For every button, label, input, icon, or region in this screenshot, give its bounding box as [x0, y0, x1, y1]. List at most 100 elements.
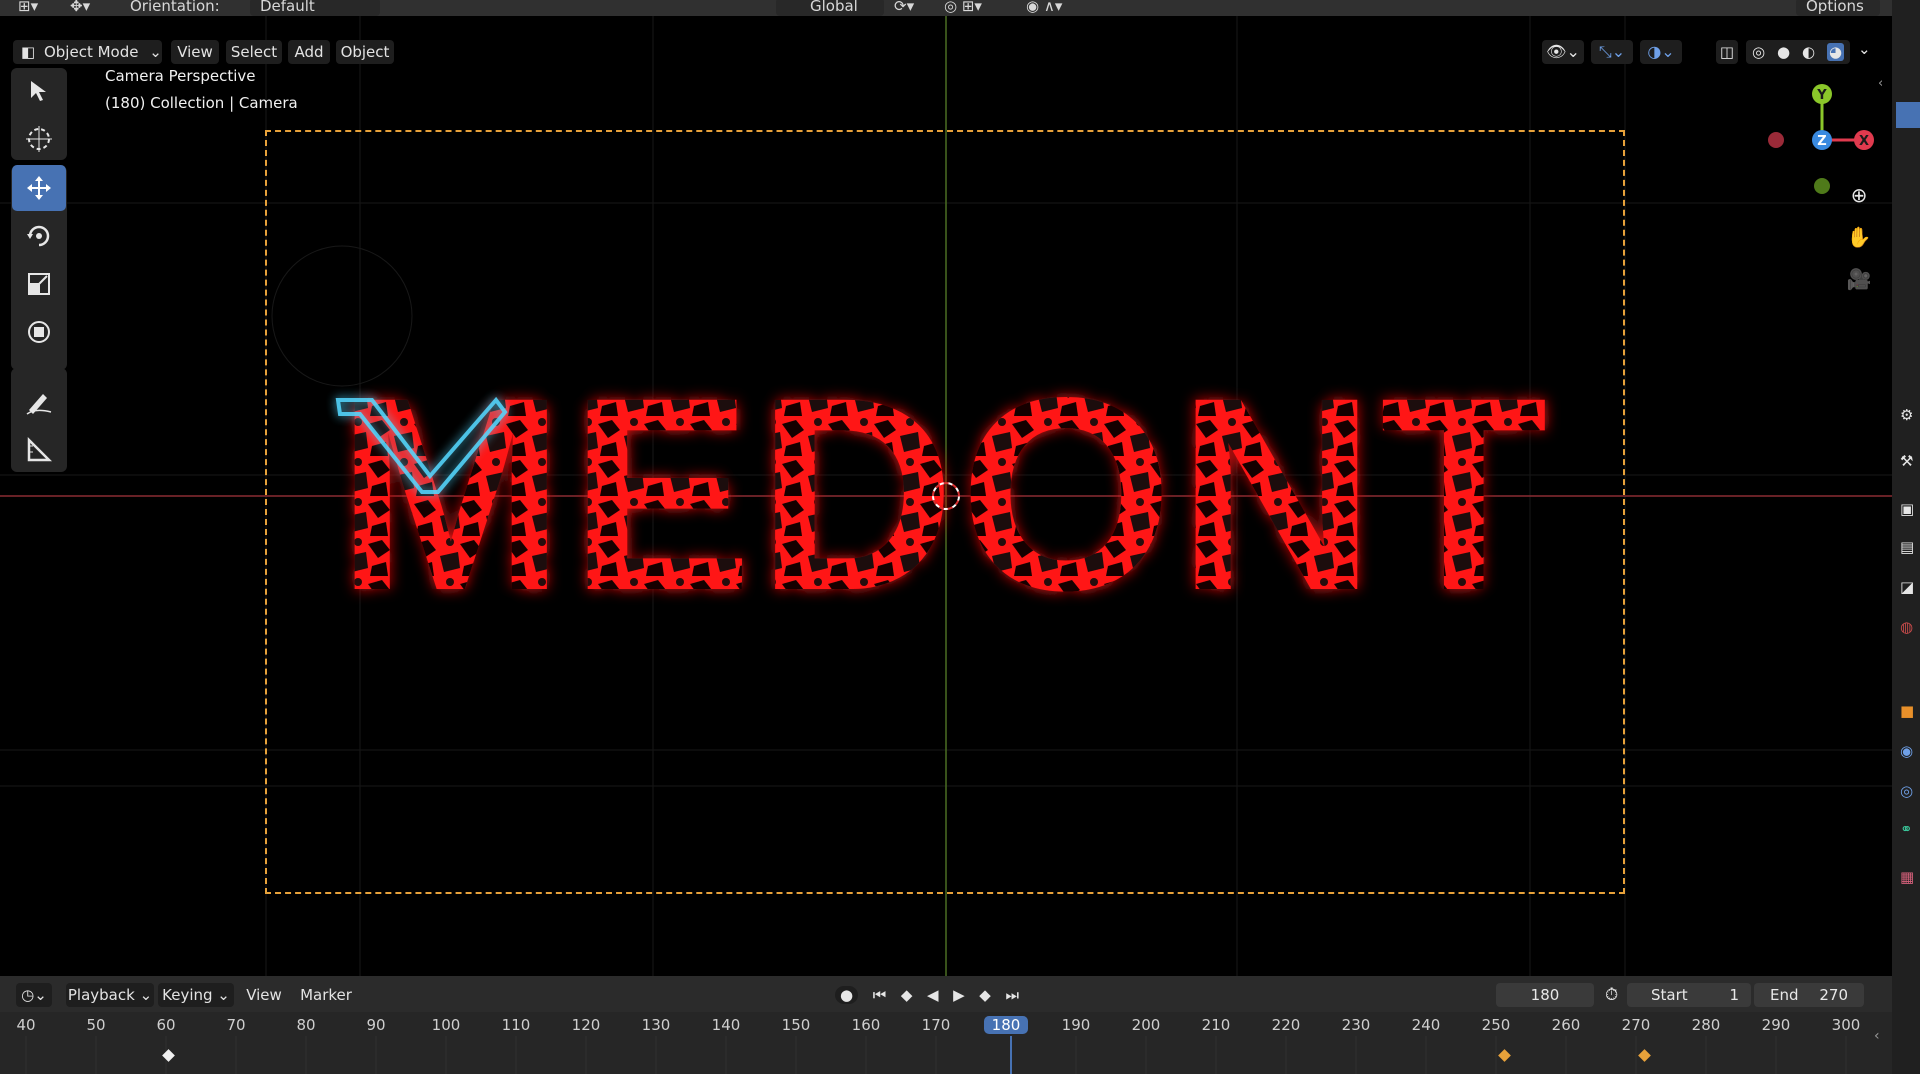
prev-keyframe-icon[interactable]: ◆	[901, 986, 913, 1004]
transform-pivot-icon[interactable]: ✥▾	[70, 0, 90, 15]
proportional-icon[interactable]: ◎ ⊞▾	[944, 0, 982, 15]
render-tab-icon[interactable]: ⚒	[1900, 452, 1913, 470]
menu-select[interactable]: Select	[226, 40, 282, 64]
physics-tab-icon[interactable]: ◎	[1900, 782, 1913, 800]
mode-dropdown[interactable]: ◧ Object Mode ⌄	[13, 40, 162, 64]
options-dropdown[interactable]: Options	[1796, 0, 1880, 16]
move-icon	[27, 176, 51, 200]
play-reverse-icon[interactable]: ◀	[927, 986, 939, 1004]
world-tab-icon[interactable]: ◍	[1900, 618, 1913, 636]
tool-tab-icon[interactable]: ⚙	[1900, 406, 1913, 424]
play-icon[interactable]: ▶	[953, 986, 965, 1004]
shading-options-chevron[interactable]: ⌄	[1858, 40, 1871, 58]
frame-tick-label: 160	[851, 1016, 881, 1034]
transform-space-dropdown[interactable]: Global	[776, 0, 884, 16]
frame-tick-label: 110	[501, 1016, 531, 1034]
modifier-tab-icon[interactable]: ◉	[1900, 742, 1913, 760]
frame-tick-label: 230	[1341, 1016, 1371, 1034]
menu-keying[interactable]: Keying ⌄	[158, 983, 234, 1007]
constraints-tab-icon[interactable]: ⚭	[1900, 820, 1913, 838]
menu-timeline-view[interactable]: View	[240, 983, 288, 1007]
timeline-sidebar-toggle[interactable]: ‹	[1874, 1028, 1880, 1044]
end-value: 270	[1819, 986, 1848, 1004]
view-layer-tab-icon[interactable]: ▤	[1900, 538, 1914, 556]
end-frame-field[interactable]: End 270	[1754, 983, 1864, 1007]
frame-tick-label: 130	[641, 1016, 671, 1034]
properties-tab-strip: ⚙ ⚒ ▣ ▤ ◪ ◍ ■ ◉ ◎ ⚭ ▦	[1892, 0, 1920, 1074]
3d-viewport[interactable]: MEDONT ◧ Object Mode ⌄ View Select Add O…	[0, 16, 1892, 976]
shading-buttons: ◎ ● ◐ ◕	[1746, 40, 1850, 64]
menu-add[interactable]: Add	[288, 40, 330, 64]
playback-label: Playback	[67, 986, 135, 1004]
gizmo-x-label: X	[1859, 134, 1869, 149]
frame-tick-label: 40	[16, 1016, 36, 1034]
rotate-icon	[27, 225, 50, 247]
scene-tab-icon[interactable]: ◪	[1900, 578, 1914, 596]
object-mode-icon: ◧	[21, 43, 36, 61]
gizmo-y-label: Y	[1816, 88, 1827, 103]
current-frame-field[interactable]: 180	[1496, 983, 1594, 1007]
menu-marker[interactable]: Marker	[294, 983, 358, 1007]
orientation-value: Default	[260, 0, 315, 15]
snap-icon[interactable]: ⟳▾	[894, 0, 914, 15]
menu-view[interactable]: View	[171, 40, 219, 64]
object-tab-icon[interactable]: ■	[1900, 702, 1914, 720]
navigation-gizmo[interactable]: Y X Z	[1760, 66, 1880, 196]
gizmo-neg-x[interactable]	[1768, 132, 1784, 148]
collection-info: (180) Collection | Camera	[105, 94, 298, 112]
frame-tick-label: 100	[431, 1016, 461, 1034]
tool-transform[interactable]	[12, 309, 66, 355]
record-icon[interactable]: ●	[835, 986, 859, 1004]
orientation-dropdown[interactable]: Default	[250, 0, 380, 16]
editor-type-dropdown[interactable]: ◷⌄	[16, 983, 52, 1007]
frame-tick-label: 180	[984, 1016, 1028, 1034]
stopwatch-icon[interactable]: ⏱	[1605, 983, 1618, 1007]
editor-header: ⊞▾ ✥▾ Orientation: Default Global ⟳▾ ◎ ⊞…	[0, 0, 1920, 16]
sidebar-toggle-icon[interactable]: ‹	[1878, 76, 1883, 91]
menu-object[interactable]: Object	[336, 40, 394, 64]
gizmo-icon: ⤡⌄	[1598, 42, 1626, 61]
jump-start-icon[interactable]: ⏮	[873, 986, 887, 1004]
zoom-icon[interactable]: ⊕	[1843, 179, 1875, 211]
measure-icon	[27, 436, 53, 462]
frame-tick-label: 240	[1411, 1016, 1441, 1034]
start-frame-field[interactable]: Start 1	[1627, 983, 1751, 1007]
camera-frame	[265, 130, 1625, 894]
tool-measure[interactable]	[12, 427, 66, 473]
tool-move[interactable]	[12, 165, 66, 211]
tool-scale[interactable]	[12, 261, 66, 307]
mode-label: Object Mode	[43, 43, 139, 61]
transform-icon	[28, 321, 50, 343]
tool-select[interactable]	[12, 68, 66, 114]
pan-hand-icon[interactable]: ✋	[1843, 221, 1875, 253]
frame-tick-label: 80	[296, 1016, 316, 1034]
frame-tick-label: 200	[1131, 1016, 1161, 1034]
frame-tick-label: 220	[1271, 1016, 1301, 1034]
gizmo-neg-y[interactable]	[1814, 178, 1830, 194]
tool-cursor[interactable]	[12, 116, 66, 162]
editor-type-icon[interactable]: ⊞▾	[18, 0, 38, 15]
solid-shading-icon[interactable]: ●	[1777, 43, 1790, 61]
xray-toggle[interactable]: ◫	[1716, 40, 1738, 64]
gizmo-dropdown[interactable]: ⤡⌄	[1591, 40, 1633, 64]
material-shading-icon[interactable]: ◐	[1802, 43, 1815, 61]
active-tab-indicator	[1896, 102, 1920, 128]
frame-tick-label: 90	[366, 1016, 386, 1034]
visibility-dropdown[interactable]: 👁⌄	[1542, 40, 1584, 64]
texture-tab-icon[interactable]: ▦	[1900, 868, 1914, 886]
jump-end-icon[interactable]: ⏭	[1005, 986, 1019, 1004]
frame-tick-label: 210	[1201, 1016, 1231, 1034]
transform-space-value: Global	[810, 0, 858, 15]
camera-view-icon[interactable]: 🎥	[1843, 263, 1875, 295]
output-tab-icon[interactable]: ▣	[1900, 500, 1914, 518]
wireframe-shading-icon[interactable]: ◎	[1752, 43, 1765, 61]
tool-rotate[interactable]	[12, 213, 66, 259]
rendered-shading-icon[interactable]: ◕	[1826, 43, 1845, 61]
overlays-dropdown[interactable]: ◑⌄	[1640, 40, 1682, 64]
frame-tick-label: 140	[711, 1016, 741, 1034]
next-keyframe-icon[interactable]: ◆	[979, 986, 991, 1004]
menu-playback[interactable]: Playback ⌄	[66, 983, 154, 1007]
tool-annotate[interactable]	[12, 379, 66, 425]
start-value: 1	[1729, 986, 1739, 1004]
falloff-icon[interactable]: ◉ ∧▾	[1026, 0, 1062, 15]
